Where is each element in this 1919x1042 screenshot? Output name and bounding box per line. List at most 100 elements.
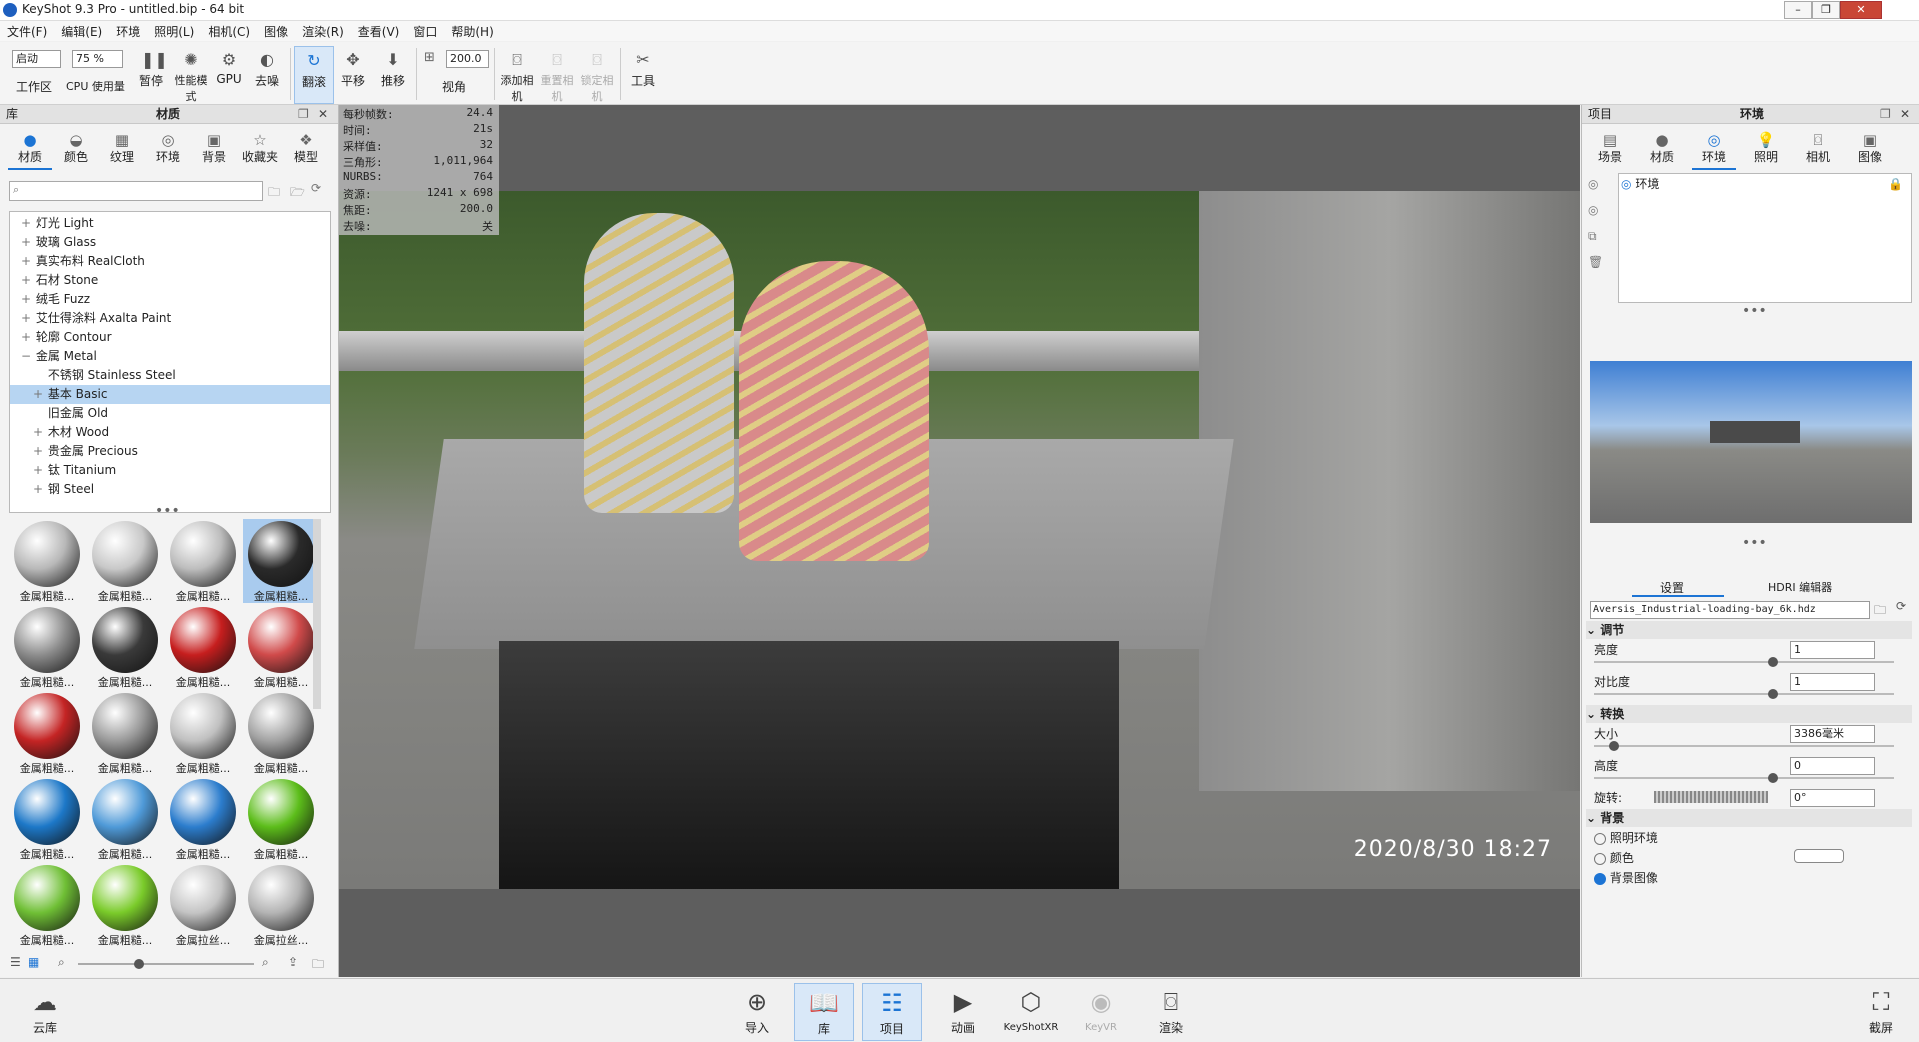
tree-node[interactable]: + 木材 Wood bbox=[10, 423, 330, 442]
tree-node[interactable]: − 金属 Metal bbox=[10, 347, 330, 366]
thumbs-scrollbar[interactable] bbox=[313, 519, 321, 709]
menu-image[interactable]: 图像 bbox=[257, 21, 295, 42]
grid-view-icon[interactable]: ▦ bbox=[28, 955, 39, 969]
transform-section-header[interactable]: ⌄ 转换 bbox=[1586, 705, 1912, 723]
tree-node[interactable]: 旧金属 Old bbox=[10, 404, 330, 423]
bg-radio-0[interactable] bbox=[1594, 832, 1606, 845]
bg-option-backplate[interactable]: 背景图像 bbox=[1594, 869, 1912, 889]
reset-camera-button[interactable]: ⌼ 重置相机 bbox=[538, 46, 576, 103]
close-panel-icon[interactable]: ✕ bbox=[318, 105, 328, 123]
material-thumbnail[interactable]: 金属粗糙... bbox=[243, 691, 319, 775]
keyshotxr-button[interactable]: ⬡ KeyShotXR bbox=[1002, 983, 1060, 1039]
delete-icon[interactable]: 🗑 bbox=[1588, 255, 1603, 269]
bg-option-color[interactable]: 颜色 bbox=[1594, 849, 1912, 869]
height-slider-knob[interactable] bbox=[1768, 773, 1778, 783]
menu-render[interactable]: 渲染(R) bbox=[295, 21, 351, 42]
close-panel-icon[interactable]: ✕ bbox=[1900, 105, 1910, 123]
expand-icon[interactable]: + bbox=[20, 252, 32, 271]
menu-window[interactable]: 窗口 bbox=[406, 21, 444, 42]
pause-button[interactable]: ❚❚ 暂停 bbox=[132, 46, 170, 102]
rotation-input[interactable]: 0° bbox=[1790, 789, 1875, 807]
render-viewport[interactable]: 每秒帧数: 24.4 时间: 21s 采样值: 32 三角形: 1,011,964 NURBS:… bbox=[339, 105, 1580, 977]
bg-color-swatch[interactable] bbox=[1794, 849, 1844, 863]
performance-mode-button[interactable]: ✺ 性能模式 bbox=[172, 46, 210, 103]
expand-icon[interactable]: + bbox=[32, 442, 44, 461]
thumb-size-slider[interactable] bbox=[78, 959, 254, 969]
height-input[interactable]: 0 bbox=[1790, 757, 1875, 775]
maximize-button[interactable]: ❐ bbox=[1812, 1, 1840, 19]
bg-option-lighting-env[interactable]: 照明环境 bbox=[1594, 829, 1912, 849]
material-thumbnail[interactable]: 金属粗糙... bbox=[9, 519, 85, 603]
material-thumbnail[interactable]: 金属粗糙... bbox=[243, 519, 319, 603]
material-thumbnail[interactable]: 金属粗糙... bbox=[9, 863, 85, 947]
cloud-library-button[interactable]: ☁ 云库 bbox=[16, 983, 74, 1039]
menu-file[interactable]: 文件(F) bbox=[0, 21, 54, 42]
material-thumbnail[interactable]: 金属粗糙... bbox=[87, 691, 163, 775]
duplicate-environment-icon[interactable]: ◎ bbox=[1588, 203, 1598, 217]
tree-node[interactable]: + 艾仕得涂料 Axalta Paint bbox=[10, 309, 330, 328]
size-slider-knob[interactable] bbox=[1608, 741, 1619, 751]
expand-icon[interactable]: + bbox=[20, 271, 32, 290]
material-thumbnail[interactable]: 金属粗糙... bbox=[87, 605, 163, 689]
bg-radio-2[interactable] bbox=[1594, 872, 1606, 885]
list-view-icon[interactable]: ☰ bbox=[10, 955, 21, 969]
refresh-icon[interactable]: ⟳ bbox=[1896, 599, 1906, 613]
tab-environments[interactable]: ◎ 环境 bbox=[146, 126, 190, 168]
tree-node[interactable]: + 钢 Steel bbox=[10, 480, 330, 499]
material-thumbnail[interactable]: 金属粗糙... bbox=[87, 519, 163, 603]
tab-environment[interactable]: ◎ 环境 bbox=[1692, 126, 1736, 170]
float-panel-icon[interactable]: ❐ bbox=[298, 105, 309, 123]
screenshot-button[interactable]: ⛶ 截屏 bbox=[1852, 983, 1910, 1039]
contrast-input[interactable]: 1 bbox=[1790, 673, 1875, 691]
material-thumbnail[interactable]: 金属粗糙... bbox=[165, 777, 241, 861]
animation-button[interactable]: ▶ 动画 bbox=[934, 983, 992, 1039]
tree-node[interactable]: + 基本 Basic bbox=[10, 385, 330, 404]
expand-icon[interactable]: + bbox=[32, 461, 44, 480]
folder-open-icon[interactable]: 🗀 bbox=[1874, 601, 1886, 622]
hdri-file-input[interactable]: Aversis_Industrial-loading-bay_6k.hdz bbox=[1590, 601, 1870, 619]
tab-material[interactable]: ● 材质 bbox=[1640, 126, 1684, 168]
contrast-slider-knob[interactable] bbox=[1768, 689, 1778, 699]
zoom-out-icon[interactable]: ⌕ bbox=[58, 955, 65, 970]
size-input[interactable]: 3386毫米 bbox=[1790, 725, 1875, 743]
material-thumbnail[interactable]: 金属粗糙... bbox=[243, 605, 319, 689]
menu-view[interactable]: 查看(V) bbox=[351, 21, 407, 42]
panel-splitter[interactable]: ••• bbox=[1742, 535, 1767, 551]
material-thumbnail[interactable]: 金属拉丝... bbox=[165, 863, 241, 947]
add-camera-button[interactable]: ⌼ 添加相机 bbox=[498, 46, 536, 103]
tab-image[interactable]: ▣ 图像 bbox=[1848, 126, 1892, 168]
size-slider[interactable] bbox=[1594, 741, 1894, 751]
expand-icon[interactable]: + bbox=[32, 480, 44, 499]
denoise-button[interactable]: ◐ 去噪 bbox=[248, 46, 286, 102]
adjust-section-header[interactable]: ⌄ 调节 bbox=[1586, 621, 1912, 639]
cpu-usage-select[interactable]: 75 % bbox=[72, 50, 123, 68]
expand-icon[interactable]: + bbox=[20, 328, 32, 347]
environment-list-item[interactable]: ◎ 环境 🔒 bbox=[1621, 176, 1907, 192]
render-button[interactable]: ⌼ 渲染 bbox=[1142, 983, 1200, 1039]
expand-icon[interactable]: + bbox=[32, 385, 44, 404]
tab-backplates[interactable]: ▣ 背景 bbox=[192, 126, 236, 168]
tab-models[interactable]: ❖ 模型 bbox=[284, 126, 328, 168]
menu-help[interactable]: 帮助(H) bbox=[444, 21, 500, 42]
material-thumbnail[interactable]: 金属粗糙... bbox=[87, 777, 163, 861]
tree-node[interactable]: + 玻璃 Glass bbox=[10, 233, 330, 252]
bg-radio-1[interactable] bbox=[1594, 852, 1606, 865]
float-panel-icon[interactable]: ❐ bbox=[1880, 105, 1891, 123]
dolly-button[interactable]: ⬇ 推移 bbox=[374, 46, 412, 102]
menu-edit[interactable]: 编辑(E) bbox=[54, 21, 109, 42]
subtab-settings[interactable]: 设置 bbox=[1660, 579, 1684, 596]
add-environment-icon[interactable]: ◎ bbox=[1588, 177, 1598, 191]
tree-node[interactable]: + 贵金属 Precious bbox=[10, 442, 330, 461]
material-thumbnail[interactable]: 金属粗糙... bbox=[9, 691, 85, 775]
library-button[interactable]: 📖 库 bbox=[794, 983, 854, 1041]
tab-favorites[interactable]: ☆ 收藏夹 bbox=[238, 126, 282, 168]
background-section-header[interactable]: ⌄ 背景 bbox=[1586, 809, 1912, 827]
folder-add-icon[interactable]: 🗁 bbox=[290, 183, 305, 204]
tree-node[interactable]: + 石材 Stone bbox=[10, 271, 330, 290]
hdri-preview[interactable] bbox=[1590, 361, 1912, 523]
copy-environment-icon[interactable]: ⧉ bbox=[1588, 229, 1597, 244]
tab-colors[interactable]: ◒ 颜色 bbox=[54, 126, 98, 168]
material-thumbnail[interactable]: 金属粗糙... bbox=[165, 605, 241, 689]
material-thumbnail[interactable]: 金属粗糙... bbox=[9, 605, 85, 689]
tab-scene[interactable]: ▤ 场景 bbox=[1588, 126, 1632, 168]
